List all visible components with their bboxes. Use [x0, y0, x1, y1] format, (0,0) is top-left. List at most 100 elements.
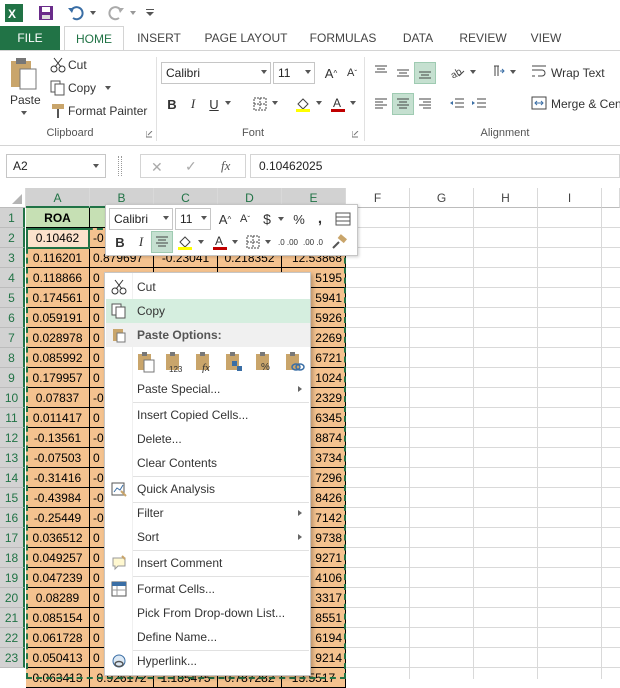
font-color-dropdown-icon[interactable] [350, 101, 356, 105]
borders-button[interactable] [249, 93, 271, 115]
insert-function-button[interactable]: fx [221, 158, 230, 174]
tab-formulas[interactable]: FORMULAS [308, 26, 378, 50]
cell[interactable]: 0.050413 [26, 648, 90, 668]
undo-dropdown-icon[interactable] [88, 3, 98, 23]
mini-decrease-decimal-button[interactable]: .00 .0 [301, 231, 325, 253]
cell[interactable]: 0.07837 [26, 388, 90, 408]
top-align-button[interactable] [370, 60, 392, 82]
cell[interactable]: 0.036512 [26, 528, 90, 548]
cell[interactable]: 0.011417 [26, 408, 90, 428]
borders-dropdown-icon[interactable] [265, 240, 271, 244]
menu-item-paste-special[interactable]: Paste Special... [106, 377, 310, 401]
redo-dropdown-icon[interactable] [128, 3, 138, 23]
mini-currency-button[interactable]: $ [256, 208, 278, 230]
fill-color-dropdown-icon[interactable] [316, 101, 322, 105]
row-header[interactable]: 11 [0, 408, 25, 428]
paste-icon[interactable] [8, 57, 42, 97]
row-header[interactable]: 2 [0, 228, 25, 248]
copy-button[interactable]: Copy [68, 81, 96, 95]
mini-format-button[interactable] [332, 208, 354, 230]
cancel-icon[interactable]: ✕ [151, 159, 163, 176]
row-header[interactable]: 1 [0, 208, 25, 228]
paste-formulas-icon[interactable]: fx [193, 351, 217, 375]
underline-button[interactable]: U [203, 93, 225, 115]
row-header[interactable]: 9 [0, 368, 25, 388]
tab-review[interactable]: REVIEW [458, 26, 508, 50]
row-header[interactable]: 23 [0, 648, 25, 668]
font-color-button[interactable]: A [327, 93, 349, 115]
paste-formatting-icon[interactable]: % [253, 351, 277, 375]
menu-item-define-name[interactable]: Define Name... [106, 625, 310, 649]
merge-center-button[interactable]: Merge & Cen [551, 97, 620, 111]
cell[interactable]: 0.179957 [26, 368, 90, 388]
mini-format-painter-button[interactable] [328, 231, 350, 253]
customize-icon[interactable] [144, 3, 156, 23]
format-painter-button[interactable]: Format Painter [68, 104, 147, 118]
row-header[interactable]: 12 [0, 428, 25, 448]
tab-view[interactable]: VIEW [526, 26, 566, 50]
currency-dropdown-icon[interactable] [278, 217, 284, 221]
bottom-align-button[interactable] [414, 62, 436, 84]
cell[interactable]: -0.31416 [26, 468, 90, 488]
cell[interactable]: 0.047239 [26, 568, 90, 588]
menu-item-delete[interactable]: Delete... [106, 427, 310, 451]
text-direction-dropdown-icon[interactable] [510, 70, 516, 74]
row-header[interactable]: 10 [0, 388, 25, 408]
fill-color-button[interactable] [292, 93, 314, 115]
formula-input[interactable]: 0.10462025 [250, 154, 620, 178]
menu-item-pick-from-list[interactable]: Pick From Drop-down List... [106, 601, 310, 625]
cell[interactable]: 0.085154 [26, 608, 90, 628]
increase-indent-button[interactable] [468, 93, 490, 115]
column-header[interactable]: H [474, 188, 538, 208]
align-center-button[interactable] [392, 93, 414, 115]
tab-page-layout[interactable]: PAGE LAYOUT [202, 26, 290, 50]
menu-item-quick-analysis[interactable]: Quick Analysis [106, 477, 310, 501]
row-header[interactable]: 15 [0, 488, 25, 508]
cell[interactable]: 0.061728 [26, 628, 90, 648]
column-header[interactable]: G [410, 188, 474, 208]
cut-button[interactable]: Cut [68, 58, 87, 72]
cell[interactable]: 0.116201 [26, 248, 90, 268]
bold-button[interactable]: B [161, 93, 183, 115]
row-header[interactable]: 18 [0, 548, 25, 568]
mini-borders-button[interactable] [242, 231, 264, 253]
paste-values-icon[interactable]: 123 [163, 351, 187, 375]
cell[interactable]: 0.049257 [26, 548, 90, 568]
cell[interactable]: 0.063413 [26, 668, 90, 688]
row-header[interactable]: 21 [0, 608, 25, 628]
orientation-dropdown-icon[interactable] [470, 70, 476, 74]
merge-center-icon[interactable] [531, 96, 547, 110]
menu-item-filter[interactable]: Filter [106, 501, 310, 525]
underline-dropdown-icon[interactable] [225, 101, 231, 105]
italic-button[interactable]: I [182, 93, 204, 115]
copy-icon[interactable] [50, 80, 66, 96]
column-header[interactable]: A [26, 188, 90, 208]
copy-dropdown-icon[interactable] [105, 86, 111, 90]
mini-grow-font-button[interactable]: A ^ [214, 208, 236, 230]
menu-item-insert-comment[interactable]: Insert Comment [106, 551, 310, 575]
row-header[interactable]: 16 [0, 508, 25, 528]
font-size-dropdown[interactable]: 11 [273, 62, 315, 84]
enter-icon[interactable]: ✓ [185, 158, 197, 175]
menu-item-copy[interactable]: Copy [106, 299, 310, 323]
mini-increase-decimal-button[interactable]: .0 .00 [276, 231, 300, 253]
resize-handle[interactable] [118, 156, 122, 176]
menu-item-sort[interactable]: Sort [106, 525, 310, 549]
redo-icon[interactable] [106, 3, 126, 23]
name-box[interactable]: A2 [6, 154, 106, 178]
tab-data[interactable]: DATA [396, 26, 440, 50]
align-right-button[interactable] [414, 93, 436, 115]
cell[interactable]: 0.059191 [26, 308, 90, 328]
wrap-text-button[interactable]: Wrap Text [551, 66, 605, 80]
row-header[interactable]: 14 [0, 468, 25, 488]
cut-icon[interactable] [50, 57, 66, 73]
tab-home[interactable]: HOME [64, 26, 124, 50]
cell[interactable]: -0.13561 [26, 428, 90, 448]
cell[interactable]: -0.43984 [26, 488, 90, 508]
paste-icon[interactable] [135, 351, 159, 375]
row-header[interactable]: 3 [0, 248, 25, 268]
shrink-font-button[interactable]: Aˇ [341, 62, 363, 84]
mini-align-center-button[interactable] [151, 231, 173, 253]
row-header[interactable]: 19 [0, 568, 25, 588]
row-header[interactable]: 6 [0, 308, 25, 328]
